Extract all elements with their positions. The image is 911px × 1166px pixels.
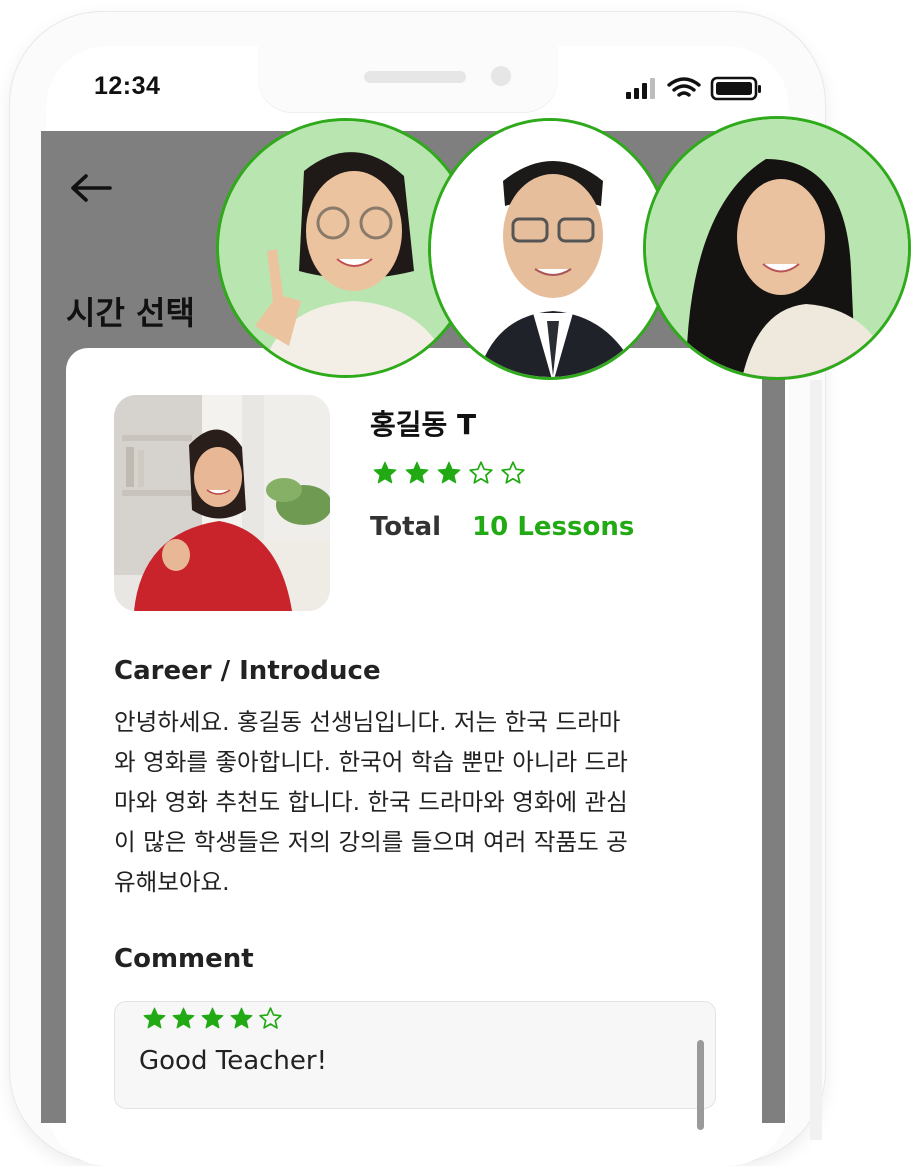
total-label: Total	[370, 512, 442, 542]
star-empty-icon	[469, 461, 493, 484]
career-line: 와 영화를 좋아합니다. 한국어 학습 뿐만 아니라 드라	[114, 748, 628, 776]
comment-scrollbar[interactable]	[697, 1040, 704, 1130]
status-icons	[626, 76, 761, 101]
career-text: 안녕하세요. 홍길동 선생님입니다. 저는 한국 드라마 와 영화를 좋아합니다…	[114, 702, 714, 902]
front-camera	[491, 66, 511, 86]
comment-text: Good Teacher!	[139, 1046, 328, 1076]
wifi-icon	[667, 77, 701, 97]
teacher-photo	[114, 395, 330, 611]
total-value: 10 Lessons	[472, 512, 635, 542]
teacher-avatar[interactable]	[643, 116, 911, 380]
total-lessons: Total 10 Lessons	[370, 512, 634, 542]
page-title: 시간 선택	[66, 294, 195, 332]
battery-icon	[710, 76, 761, 101]
star-filled-icon	[373, 461, 397, 484]
star-filled-icon	[230, 1007, 253, 1029]
career-line: 안녕하세요. 홍길동 선생님입니다. 저는 한국 드라마	[114, 708, 621, 736]
career-line: 이 많은 학생들은 저의 강의를 들으며 여러 작품도 공	[114, 828, 628, 856]
star-empty-icon	[259, 1007, 282, 1029]
arrow-left-icon[interactable]	[66, 168, 116, 208]
star-filled-icon	[405, 461, 429, 484]
star-filled-icon	[437, 461, 461, 484]
speaker-grille	[364, 71, 466, 83]
comment-rating	[142, 1006, 283, 1034]
career-line: 유해보아요.	[114, 868, 230, 896]
comment-title: Comment	[114, 944, 254, 974]
signal-icon	[626, 78, 655, 99]
star-filled-icon	[201, 1007, 224, 1029]
status-time: 12:34	[94, 72, 161, 100]
star-filled-icon	[172, 1007, 195, 1029]
career-title: Career / Introduce	[114, 656, 381, 686]
career-line: 마와 영화 추천도 합니다. 한국 드라마와 영화에 관심	[114, 788, 628, 816]
star-filled-icon	[143, 1007, 166, 1029]
teacher-avatar[interactable]	[428, 118, 672, 380]
phone-side-edge	[810, 380, 822, 1140]
star-empty-icon	[501, 461, 525, 484]
teacher-name: 홍길동 T	[370, 408, 477, 441]
teacher-rating	[372, 460, 526, 490]
